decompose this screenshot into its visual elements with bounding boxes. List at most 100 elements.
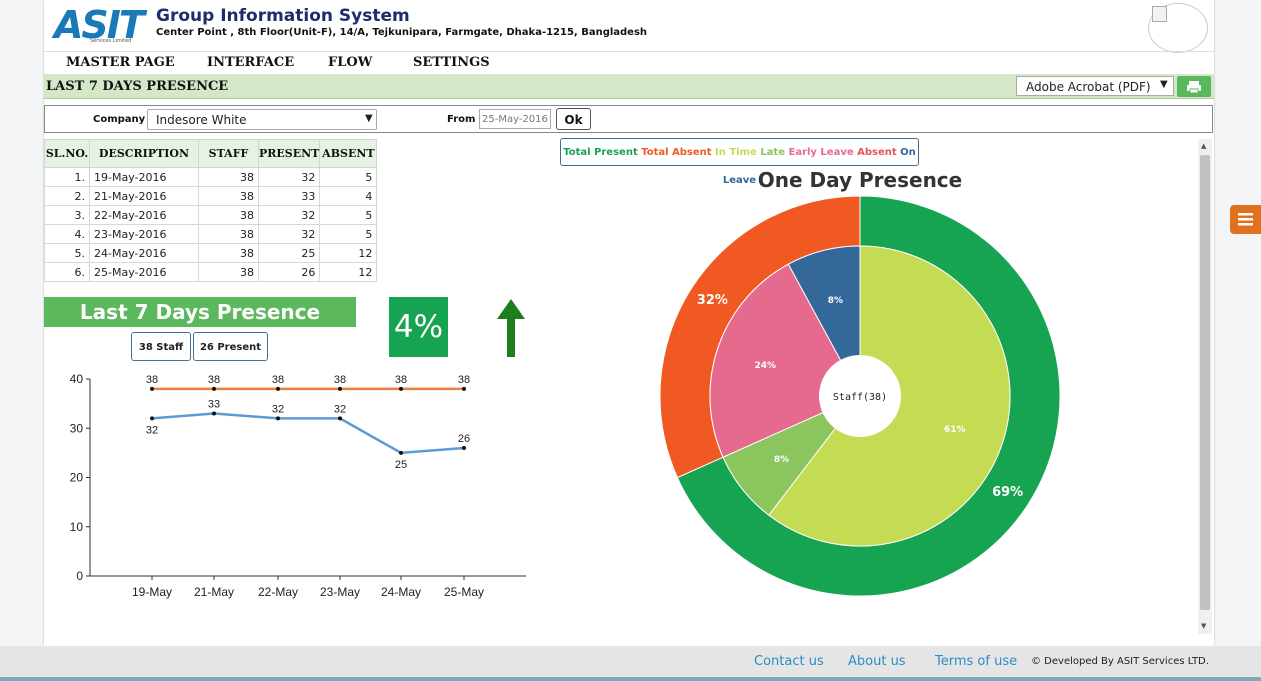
outer-slice-label: 32% <box>697 293 728 308</box>
data-point <box>150 416 154 421</box>
data-point <box>276 386 280 391</box>
company-select[interactable]: Indesore White <box>147 109 377 130</box>
header-divider <box>44 51 1214 52</box>
x-tick-label: 23-May <box>320 585 360 599</box>
section-title: LAST 7 DAYS PRESENCE <box>46 79 229 94</box>
table-cell: 2. <box>44 186 90 206</box>
line-chart: 0 10 20 30 40 19-May 21-May 22-May 23-May 24-May 2… <box>70 372 526 599</box>
table-cell: 22-May-2016 <box>89 205 199 225</box>
contact-us-link[interactable]: Contact us <box>754 654 824 669</box>
table-cell: 38 <box>198 167 259 187</box>
table-cell: 26 <box>257 262 321 282</box>
table-row: 2. 21-May-2016 38 33 4 <box>44 186 378 206</box>
data-point <box>212 386 216 391</box>
table-cell: 38 <box>198 205 259 225</box>
table-header-row: SL.NO. DESCRIPTION STAFF PRESENT ABSENT <box>44 139 378 168</box>
legend-item[interactable]: Late <box>760 147 788 158</box>
data-point <box>399 450 403 455</box>
table-cell: 5 <box>319 224 378 244</box>
scroll-down-icon[interactable]: ▼ <box>1201 622 1206 630</box>
legend-item[interactable]: Total Present <box>563 147 641 158</box>
hamburger-icon <box>1238 213 1253 226</box>
outer-slice-label: 69% <box>992 485 1023 500</box>
table-cell: 4 <box>319 186 378 206</box>
data-label: 38 <box>272 374 284 386</box>
x-tick-label: 24-May <box>381 585 421 599</box>
y-tick-label: 20 <box>70 471 84 485</box>
copyright-text: © Developed By ASIT Services LTD. <box>1031 656 1209 667</box>
table-cell: 25-May-2016 <box>89 262 199 282</box>
table-cell: 5 <box>319 205 378 225</box>
bottom-strip <box>0 677 1261 681</box>
about-us-link[interactable]: About us <box>848 654 906 669</box>
table-cell: 33 <box>257 186 321 206</box>
donut-title: One Day Presence <box>757 168 963 192</box>
present-count-pill: 26 Present <box>193 332 268 361</box>
nav-master-page[interactable]: MASTER PAGE <box>66 55 175 70</box>
table-cell: 38 <box>198 186 259 206</box>
data-point <box>338 386 342 391</box>
scroll-up-icon[interactable]: ▲ <box>1201 142 1206 150</box>
x-tick-label: 19-May <box>132 585 172 599</box>
data-point <box>276 416 280 421</box>
data-point <box>399 386 403 391</box>
column-header: PRESENT <box>257 139 321 168</box>
table-row: 3. 22-May-2016 38 32 5 <box>44 205 378 225</box>
y-tick-label: 30 <box>70 421 84 435</box>
table-cell: 3. <box>44 205 90 225</box>
table-cell: 38 <box>198 243 259 263</box>
inner-slice-label: 61% <box>944 425 966 435</box>
legend-item[interactable]: Absent <box>857 147 900 158</box>
print-button[interactable] <box>1177 76 1211 97</box>
terms-of-use-link[interactable]: Terms of use <box>935 654 1017 669</box>
app-title: Group Information System <box>156 6 410 26</box>
y-tick-label: 40 <box>70 372 84 386</box>
table-cell: 1. <box>44 167 90 187</box>
data-label: 38 <box>208 374 220 386</box>
legend-item[interactable]: Total Absent <box>641 147 715 158</box>
staff-count-pill: 38 Staff <box>131 332 191 361</box>
table-cell: 5 <box>319 167 378 187</box>
table-cell: 32 <box>257 167 321 187</box>
data-label: 33 <box>208 398 220 410</box>
ok-button[interactable]: Ok <box>556 108 591 130</box>
legend-item[interactable]: In Time <box>715 147 760 158</box>
table-cell: 32 <box>257 224 321 244</box>
scroll-thumb[interactable] <box>1200 155 1210 610</box>
table-cell: 4. <box>44 224 90 244</box>
data-point <box>462 445 466 450</box>
column-header: DESCRIPTION <box>89 139 199 168</box>
legend-item[interactable]: Early Leave <box>788 147 857 158</box>
table-row: 4. 23-May-2016 38 32 5 <box>44 224 378 244</box>
nav-interface[interactable]: INTERFACE <box>207 55 294 70</box>
nav-flow[interactable]: FLOW <box>328 55 372 70</box>
table-cell: 12 <box>319 262 378 282</box>
data-label: 38 <box>334 374 346 386</box>
presence-table: SL.NO. DESCRIPTION STAFF PRESENT ABSENT … <box>44 139 378 282</box>
data-label: 25 <box>395 459 407 471</box>
table-cell: 23-May-2016 <box>89 224 199 244</box>
company-address: Center Point , 8th Floor(Unit-F), 14/A, … <box>156 27 648 38</box>
column-header: STAFF <box>198 139 259 168</box>
donut-chart: 69% 32% 61% 8% 24% 8% Staff(38) <box>660 196 1060 596</box>
table-cell: 21-May-2016 <box>89 186 199 206</box>
table-cell: 5. <box>44 243 90 263</box>
export-format-select[interactable]: Adobe Acrobat (PDF) <box>1016 76 1174 96</box>
side-menu-button[interactable] <box>1230 205 1261 234</box>
series-line <box>151 412 465 455</box>
table-cell: 24-May-2016 <box>89 243 199 263</box>
table-row: 5. 24-May-2016 38 25 12 <box>44 243 378 263</box>
nav-settings[interactable]: SETTINGS <box>413 55 490 70</box>
data-label: 38 <box>146 374 158 386</box>
data-label: 26 <box>458 433 470 445</box>
table-cell: 38 <box>198 224 259 244</box>
table-cell: 12 <box>319 243 378 263</box>
arrow-up-icon <box>497 299 525 357</box>
chart-heading: Last 7 Days Presence <box>44 297 356 327</box>
donut-center-label: Staff(38) <box>833 392 887 403</box>
logo-subtext: Services Limited <box>90 38 132 44</box>
from-label: From <box>447 114 476 125</box>
caret-down-icon: ▼ <box>365 113 373 124</box>
caret-down-icon: ▼ <box>1160 79 1168 90</box>
from-date-input[interactable]: 25-May-2016 <box>479 109 551 129</box>
